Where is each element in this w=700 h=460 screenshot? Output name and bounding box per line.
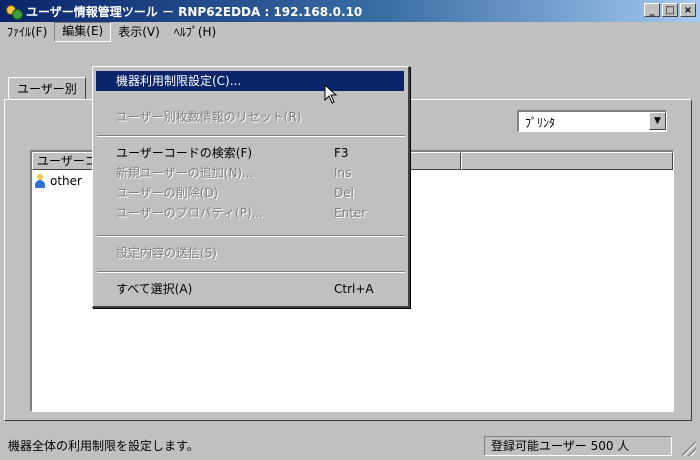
menu-edit[interactable]: 編集(E) xyxy=(54,22,112,42)
menu-file[interactable]: ﾌｧｲﾙ(F) xyxy=(0,23,54,41)
menu-item-shortcut: F3 xyxy=(334,146,349,160)
list-item[interactable]: other xyxy=(34,172,82,190)
menu-separator xyxy=(97,135,405,137)
menu-separator xyxy=(97,271,405,273)
menu-item-shortcut: Ins xyxy=(334,166,352,180)
window-title: ユーザー情報管理ツール － RNP62EDDA : 192.168.0.10 xyxy=(26,4,363,19)
device-type-value: ﾌﾟﾘﾝﾀ xyxy=(525,116,556,130)
menu-item-label: ユーザー別枚数情報のリセット(R) xyxy=(116,110,302,124)
user-capacity: 登録可能ユーザー 500 人 xyxy=(484,436,672,456)
minimize-button[interactable]: _ xyxy=(644,3,660,17)
menu-item-select-all[interactable]: すべて選択(A) Ctrl+A xyxy=(96,279,404,299)
menu-item-add-user[interactable]: 新規ユーザーの追加(N)... Ins xyxy=(96,163,404,183)
menu-item-label: ユーザーのプロパティ(P)... xyxy=(116,206,264,220)
menu-item-label: すべて選択(A) xyxy=(116,282,193,296)
title-bar[interactable]: ユーザー情報管理ツール － RNP62EDDA : 192.168.0.10 _… xyxy=(0,0,700,22)
menu-item-shortcut: Del xyxy=(334,186,354,200)
menu-item-label: 新規ユーザーの追加(N)... xyxy=(116,166,254,180)
maximize-button[interactable]: □ xyxy=(662,3,678,17)
menu-item-shortcut: Ctrl+A xyxy=(334,282,374,296)
column-header-blank[interactable] xyxy=(461,152,673,170)
user-icon xyxy=(34,174,46,188)
menu-item-usage-restriction[interactable]: 機器利用制限設定(C)... xyxy=(96,71,404,91)
close-button[interactable]: × xyxy=(680,3,696,17)
menu-item-label: 設定内容の送信(S) xyxy=(116,246,217,260)
menu-item-user-properties[interactable]: ユーザーのプロパティ(P)... Enter xyxy=(96,203,404,223)
menu-item-label: ユーザーコードの検索(F) xyxy=(116,146,253,160)
menu-item-reset-counts[interactable]: ユーザー別枚数情報のリセット(R) xyxy=(96,107,404,127)
menu-item-label: 機器利用制限設定(C)... xyxy=(116,74,242,88)
resize-grip-icon[interactable] xyxy=(682,442,696,456)
mouse-pointer-icon xyxy=(324,84,338,104)
menu-item-label: ユーザーの削除(D) xyxy=(116,186,219,200)
menu-item-search-user[interactable]: ユーザーコードの検索(F) F3 xyxy=(96,143,404,163)
status-bar: 機器全体の利用制限を設定します。 登録可能ユーザー 500 人 xyxy=(0,430,700,460)
tab-by-user[interactable]: ユーザー別 xyxy=(8,77,86,100)
device-type-select[interactable]: ﾌﾟﾘﾝﾀ ▼ xyxy=(517,110,667,132)
menu-bar: ﾌｧｲﾙ(F) 編集(E) 表示(V) ﾍﾙﾌﾟ(H) xyxy=(0,22,700,42)
chevron-down-icon[interactable]: ▼ xyxy=(649,112,666,130)
menu-item-shortcut: Enter xyxy=(334,206,367,220)
menu-separator xyxy=(97,235,405,237)
edit-menu-dropdown: 機器利用制限設定(C)... ユーザー別枚数情報のリセット(R) ユーザーコード… xyxy=(92,66,410,308)
menu-item-delete-user[interactable]: ユーザーの削除(D) Del xyxy=(96,183,404,203)
status-message: 機器全体の利用制限を設定します。 xyxy=(8,439,199,453)
menu-view[interactable]: 表示(V) xyxy=(111,23,167,41)
app-users-icon xyxy=(6,3,23,20)
user-name: other xyxy=(50,174,82,188)
menu-item-send-settings[interactable]: 設定内容の送信(S) xyxy=(96,243,404,263)
menu-help[interactable]: ﾍﾙﾌﾟ(H) xyxy=(167,23,223,41)
